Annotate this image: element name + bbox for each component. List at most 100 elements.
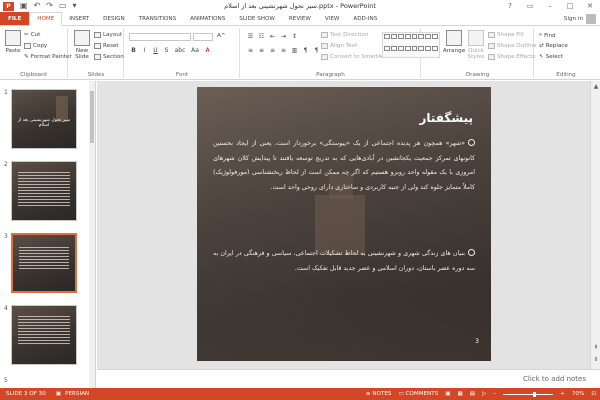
paragraph-label: Paragraph xyxy=(316,72,345,78)
line-spacing-icon[interactable]: ↕ xyxy=(291,33,298,40)
strikethrough-button[interactable]: abc xyxy=(174,47,186,54)
zoom-in-icon[interactable]: + xyxy=(560,391,565,397)
scroll-up-icon[interactable]: ▲ xyxy=(591,83,600,90)
slide-paragraph-2[interactable]: بنیان های زندگی شهری و شهرنشینی به لحاظ … xyxy=(213,247,475,276)
grow-font-icon[interactable]: A^ xyxy=(217,33,226,39)
tab-review[interactable]: REVIEW xyxy=(282,12,318,25)
section-button[interactable]: Section xyxy=(94,54,124,60)
bold-button[interactable]: B xyxy=(130,47,137,54)
tab-transitions[interactable]: TRANSITIONS xyxy=(132,12,184,25)
slide-counter: SLIDE 3 OF 30 xyxy=(6,391,46,397)
close-button[interactable]: ✕ xyxy=(580,0,600,12)
font-color-icon[interactable]: A xyxy=(204,47,211,54)
thumbnails-scrollbar[interactable] xyxy=(89,81,95,388)
tab-add-ins[interactable]: ADD-INS xyxy=(346,12,384,25)
zoom-level[interactable]: 70% xyxy=(572,391,584,397)
layout-button[interactable]: Layout xyxy=(94,32,122,38)
new-slide-button[interactable]: New Slide xyxy=(71,30,93,60)
slide-thumbnail-3[interactable] xyxy=(11,233,77,293)
maximize-button[interactable]: □ xyxy=(560,0,580,12)
tab-file[interactable]: FILE xyxy=(0,12,30,25)
italic-button[interactable]: I xyxy=(141,47,148,54)
align-left-icon[interactable]: ≡ xyxy=(247,47,254,54)
columns-icon[interactable]: ▥ xyxy=(291,47,298,54)
normal-view-icon[interactable]: ▣ xyxy=(445,391,450,397)
tab-animations[interactable]: ANIMATIONS xyxy=(183,12,232,25)
copy-button[interactable]: Copy xyxy=(24,43,47,49)
shape-fill-button[interactable]: Shape Fill xyxy=(488,32,524,38)
replace-button[interactable]: ⇄ Replace xyxy=(539,43,568,49)
spelling-icon[interactable]: ▣ xyxy=(56,391,61,397)
shapes-gallery[interactable] xyxy=(382,32,440,58)
convert-smartart-button[interactable]: Convert to SmartArt xyxy=(321,54,387,60)
align-text-button[interactable]: Align Text xyxy=(321,43,357,49)
thumbnails-scroll-handle[interactable] xyxy=(90,91,94,143)
start-presentation-icon[interactable]: ▭ xyxy=(59,2,67,10)
shape-effects-button[interactable]: Shape Effects xyxy=(488,54,535,60)
fit-to-window-icon[interactable]: ⊡ xyxy=(591,391,596,397)
tab-design[interactable]: DESIGN xyxy=(96,12,132,25)
drawing-group: Arrange Quick Styles Shape Fill Shape Ou… xyxy=(382,28,537,78)
font-size-combo[interactable] xyxy=(193,33,213,41)
align-right-icon[interactable]: ≡ xyxy=(269,47,276,54)
paste-button[interactable]: Paste xyxy=(3,30,23,54)
status-bar: SLIDE 3 OF 30 ▣ PERSIAN ≡ NOTES ▭ COMMEN… xyxy=(0,388,600,400)
font-name-combo[interactable] xyxy=(129,33,191,41)
text-direction-button[interactable]: Text Direction xyxy=(321,32,368,38)
find-button[interactable]: ⌕ Find xyxy=(539,32,556,39)
copy-icon xyxy=(24,43,31,49)
zoom-out-icon[interactable]: – xyxy=(493,391,496,397)
comments-toggle[interactable]: ▭ COMMENTS xyxy=(398,391,438,397)
ribbon-display-options-button[interactable]: ▭ xyxy=(520,0,540,12)
select-button[interactable]: ↖ Select xyxy=(539,54,563,60)
zoom-slider-thumb[interactable] xyxy=(533,391,537,397)
replace-label: Replace xyxy=(545,43,568,49)
notes-toggle[interactable]: ≡ NOTES xyxy=(366,391,392,397)
customize-qat-icon[interactable]: ▾ xyxy=(73,2,77,10)
tab-home[interactable]: HOME xyxy=(29,12,63,26)
redo-icon[interactable]: ↷ xyxy=(46,2,53,10)
underline-button[interactable]: U xyxy=(152,47,159,54)
tab-insert[interactable]: INSERT xyxy=(62,12,96,25)
reading-view-icon[interactable]: ▤ xyxy=(470,391,475,397)
sign-in-link[interactable]: Sign in xyxy=(564,16,583,22)
shape-outline-button[interactable]: Shape Outline xyxy=(488,43,537,49)
next-slide-icon[interactable]: ⇟ xyxy=(591,356,600,363)
justify-icon[interactable]: ≡ xyxy=(280,47,287,54)
bullets-icon[interactable]: ☰ xyxy=(247,33,254,40)
help-button[interactable]: ? xyxy=(500,0,520,12)
undo-icon[interactable]: ↶ xyxy=(34,2,41,10)
arrange-button[interactable]: Arrange xyxy=(442,30,466,54)
reset-button[interactable]: Reset xyxy=(94,43,119,49)
previous-slide-icon[interactable]: ⇞ xyxy=(591,344,600,351)
slide-thumbnail-2[interactable] xyxy=(11,161,77,221)
slide-thumbnail-1[interactable]: سیر تحول شهرنشینی بعد از اسلام xyxy=(11,89,77,149)
language-indicator[interactable]: PERSIAN xyxy=(65,391,89,397)
current-slide[interactable]: پیشگفتار «شهر» همچون هر پدیده اجتماعی از… xyxy=(197,87,491,361)
change-case-button[interactable]: Aa xyxy=(190,47,200,54)
minimize-button[interactable]: – xyxy=(540,0,560,12)
quick-styles-button[interactable]: Quick Styles xyxy=(466,30,486,60)
tab-slide-show[interactable]: SLIDE SHOW xyxy=(232,12,282,25)
tab-view[interactable]: VIEW xyxy=(318,12,347,25)
slide-title[interactable]: پیشگفتار xyxy=(419,111,473,125)
format-painter-button[interactable]: ✎ Format Painter xyxy=(24,54,72,60)
slide-thumbnails-pane: 1 سیر تحول شهرنشینی بعد از اسلام 2 3 4 5 xyxy=(0,81,96,388)
zoom-slider[interactable] xyxy=(503,391,554,397)
editing-vertical-scrollbar[interactable]: ▲ ⇞ ⇟ xyxy=(590,81,600,369)
increase-indent-icon[interactable]: ⇥ xyxy=(280,33,287,40)
slideshow-icon[interactable]: ▷ xyxy=(482,391,486,397)
shadow-button[interactable]: S xyxy=(163,47,170,54)
slide-thumbnail-4[interactable] xyxy=(11,305,77,365)
slide-sorter-icon[interactable]: ▦ xyxy=(457,391,462,397)
decrease-indent-icon[interactable]: ⇤ xyxy=(269,33,276,40)
ltr-icon[interactable]: ¶ xyxy=(302,47,309,54)
align-center-icon[interactable]: ≡ xyxy=(258,47,265,54)
slide-paragraph-1[interactable]: «شهر» همچون هر پدیده اجتماعی از یک «پیوس… xyxy=(213,137,475,195)
notes-pane[interactable]: Click to add notes xyxy=(97,369,600,388)
numbering-icon[interactable]: ☷ xyxy=(258,33,265,40)
avatar[interactable] xyxy=(586,14,596,24)
cut-button[interactable]: ✂ Cut xyxy=(24,32,40,38)
save-icon[interactable]: ▣ xyxy=(20,2,28,10)
rtl-icon[interactable]: ¶ xyxy=(313,47,320,54)
